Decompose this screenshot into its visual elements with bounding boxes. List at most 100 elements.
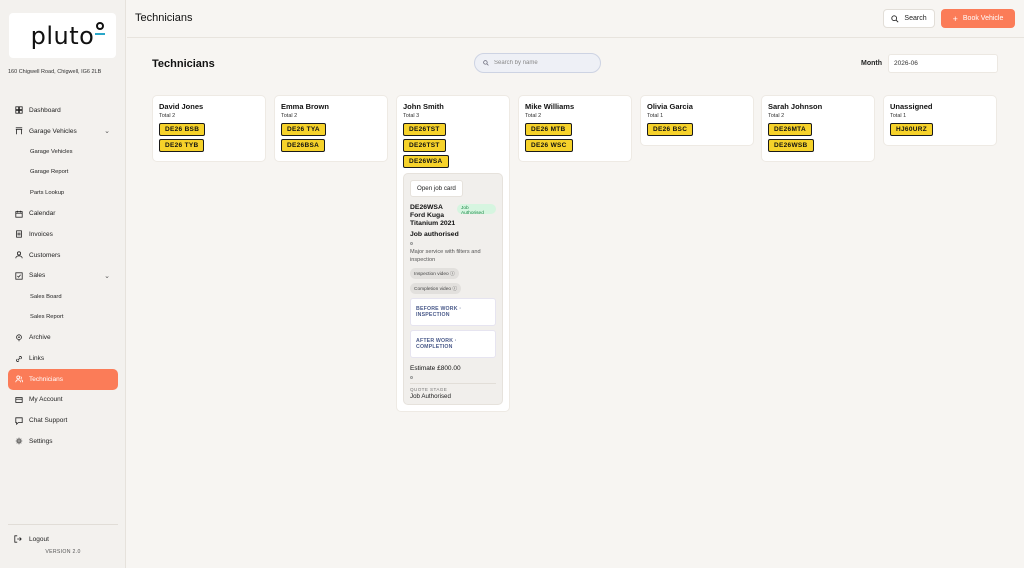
garage-address: 160 Chigwell Road, Chigwell, IG6 2LB	[8, 69, 102, 75]
completion-video-tag[interactable]: Completion video ⓘ	[410, 283, 462, 294]
sidebar-item-label: Links	[29, 355, 45, 363]
info-dot-icon	[410, 376, 413, 379]
sidebar-item-garage-vehicles-sub[interactable]: Garage Vehicles	[8, 141, 118, 162]
month-label: Month	[861, 60, 882, 67]
sidebar-item-label: Invoices	[29, 230, 53, 238]
logout-button[interactable]: Logout	[8, 530, 118, 548]
sidebar-footer: Logout VERSION 2.0	[8, 524, 118, 555]
sidebar-item-label: Garage Vehicles	[29, 127, 77, 135]
technician-column: Sarah Johnson Total 2 DE26MTA DE26WSB	[761, 95, 875, 162]
technician-search[interactable]	[474, 53, 601, 73]
page-title: Technicians	[152, 58, 215, 70]
sidebar-item-label: Garage Report	[30, 169, 69, 176]
logo-text: pluto	[30, 21, 95, 50]
sidebar-item-garage-report-sub[interactable]: Garage Report	[8, 162, 118, 183]
registration-plate[interactable]: DE26 MTB	[525, 123, 572, 136]
logout-label: Logout	[29, 535, 49, 543]
global-search-button[interactable]: Search	[883, 9, 935, 28]
logo[interactable]: pluto	[9, 13, 116, 58]
job-estimate: Estimate £800.00	[410, 365, 461, 372]
sidebar-item-garage-vehicles[interactable]: Garage Vehicles ⌄	[8, 121, 118, 142]
technician-column: Mike Williams Total 2 DE26 MTB DE26 WSC	[518, 95, 632, 162]
sidebar-item-label: Archive	[29, 334, 51, 342]
dashboard-icon	[14, 106, 23, 115]
technician-name: John Smith	[403, 102, 444, 111]
sidebar-item-links[interactable]: Links	[8, 348, 118, 369]
technician-total: Total 1	[647, 113, 664, 119]
registration-plate[interactable]: DE26 WSC	[525, 139, 573, 152]
technician-total: Total 1	[890, 113, 907, 119]
registration-plate[interactable]: DE26 TYA	[281, 123, 326, 136]
sidebar-item-sales-board-sub[interactable]: Sales Board	[8, 286, 118, 307]
technician-column: Olivia Garcia Total 1 DE26 BSC	[640, 95, 754, 146]
job-status: Job authorised	[410, 231, 459, 238]
sidebar-item-label: Sales Board	[30, 293, 62, 300]
sidebar-item-label: Customers	[29, 251, 61, 259]
search-input[interactable]	[494, 60, 594, 66]
card-icon	[14, 395, 23, 404]
plus-icon: +	[952, 13, 958, 24]
sidebar-item-label: Chat Support	[29, 417, 68, 425]
technician-total: Total 2	[768, 113, 785, 119]
topbar: Technicians Search + Book Vehicle	[127, 0, 1024, 38]
garage-icon	[14, 127, 23, 136]
sidebar-item-calendar[interactable]: Calendar	[8, 203, 118, 224]
registration-plate[interactable]: DE26WSA	[403, 155, 449, 168]
sidebar-item-chat-support[interactable]: Chat Support	[8, 410, 118, 431]
quote-stage-label: QUOTE STAGE	[410, 387, 448, 392]
version-label: VERSION 2.0	[45, 549, 81, 555]
settings-icon	[14, 437, 23, 446]
sidebar-item-parts-lookup-sub[interactable]: Parts Lookup	[8, 183, 118, 204]
search-icon	[483, 60, 489, 66]
sidebar-item-sales[interactable]: Sales ⌄	[8, 266, 118, 287]
sidebar-item-archive[interactable]: Archive	[8, 328, 118, 349]
registration-plate[interactable]: DE26WSB	[768, 139, 814, 152]
registration-plate[interactable]: DE26 BSC	[647, 123, 694, 136]
after-work-completion-button[interactable]: AFTER WORK · COMPLETION	[410, 330, 496, 358]
sidebar-item-customers[interactable]: Customers	[8, 245, 118, 266]
logout-icon	[14, 534, 23, 544]
search-button-label: Search	[904, 15, 927, 22]
before-work-inspection-button[interactable]: BEFORE WORK · INSPECTION	[410, 298, 496, 326]
users-icon	[14, 375, 23, 384]
month-input[interactable]: 2026-06	[888, 54, 998, 73]
registration-plate[interactable]: DE26TST	[403, 139, 446, 152]
book-vehicle-button[interactable]: + Book Vehicle	[941, 9, 1015, 28]
technician-total: Total 3	[403, 113, 420, 119]
registration-plate[interactable]: HJ60URZ	[890, 123, 933, 136]
sidebar-item-label: Sales Report	[30, 314, 64, 321]
quote-stage-value: Job Authorised	[410, 393, 451, 400]
inspection-video-tag[interactable]: Inspection video ⓘ	[410, 268, 459, 279]
job-description: Major service with filters and inspectio…	[410, 249, 481, 263]
sidebar-item-dashboard[interactable]: Dashboard	[8, 100, 118, 121]
link-icon	[14, 354, 23, 363]
technician-column: Unassigned Total 1 HJ60URZ	[883, 95, 997, 146]
job-vehicle: DE26WSA Ford Kuga Titanium 2021	[410, 204, 456, 227]
job-card: Open job card DE26WSA Ford Kuga Titanium …	[403, 173, 503, 405]
technician-name: Sarah Johnson	[768, 102, 823, 111]
registration-plate[interactable]: DE26 TYB	[159, 139, 205, 152]
open-job-card-button[interactable]: Open job card	[410, 180, 463, 197]
registration-plate[interactable]: DE26BSA	[281, 139, 326, 152]
sidebar-item-settings[interactable]: Settings	[8, 431, 118, 452]
registration-plate[interactable]: DE26TST	[403, 123, 446, 136]
info-dot-icon	[410, 242, 413, 245]
chat-icon	[14, 416, 23, 425]
sidebar-item-invoices[interactable]: Invoices	[8, 224, 118, 245]
technician-total: Total 2	[281, 113, 298, 119]
sidebar-item-label: Parts Lookup	[30, 190, 65, 197]
chevron-down-icon[interactable]: ⌄	[104, 272, 110, 280]
sidebar-item-label: Sales	[29, 272, 46, 280]
pin-icon	[14, 333, 23, 342]
sidebar-item-label: Garage Vehicles	[30, 148, 73, 155]
sidebar-item-label: Technicians	[29, 375, 63, 383]
sidebar-item-my-account[interactable]: My Account	[8, 390, 118, 411]
registration-plate[interactable]: DE26 BSB	[159, 123, 206, 136]
registration-plate[interactable]: DE26MTA	[768, 123, 812, 136]
sidebar-item-sales-report-sub[interactable]: Sales Report	[8, 307, 118, 328]
technician-total: Total 2	[159, 113, 176, 119]
divider	[410, 383, 496, 384]
sidebar-item-technicians[interactable]: Technicians	[8, 368, 118, 390]
chevron-down-icon[interactable]: ⌄	[104, 127, 110, 135]
technician-name: Unassigned	[890, 102, 933, 111]
